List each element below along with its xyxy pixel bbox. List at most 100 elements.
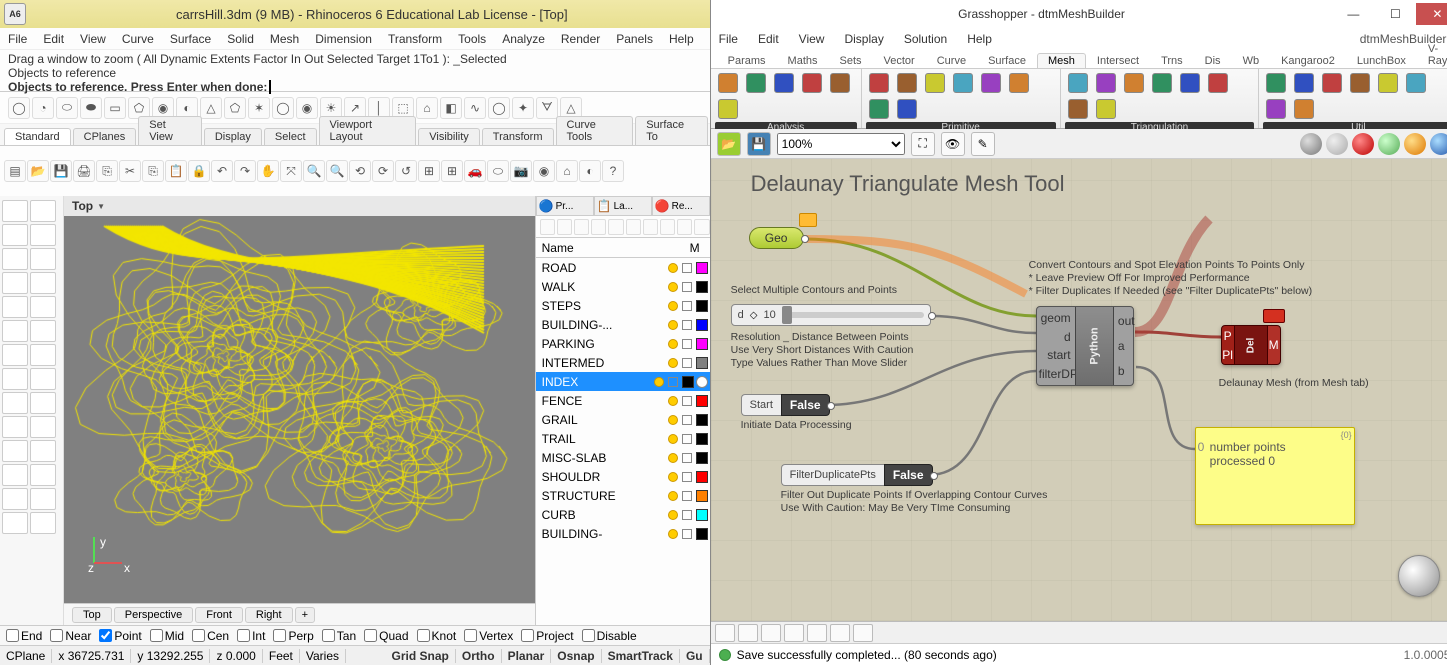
viewtab-top[interactable]: Top (72, 607, 112, 623)
menu-tools[interactable]: Tools (458, 32, 486, 46)
shade-green-icon[interactable] (1378, 133, 1400, 155)
layer-row[interactable]: STEPS (536, 296, 710, 315)
lock-icon[interactable] (682, 301, 692, 311)
std-tool-16[interactable]: ⟳ (372, 160, 394, 182)
del-input-P[interactable]: P (1224, 329, 1232, 343)
python-output-out[interactable]: out (1116, 314, 1134, 328)
layer-row[interactable]: BUILDING-... (536, 315, 710, 334)
render-tool-8[interactable]: △ (200, 97, 222, 119)
lock-icon[interactable] (682, 339, 692, 349)
ribbon-icon[interactable] (827, 71, 853, 95)
lock-icon[interactable] (682, 510, 692, 520)
color-swatch[interactable] (696, 471, 708, 483)
osnap-mid[interactable]: Mid (150, 629, 184, 643)
save-button[interactable]: 💾 (747, 132, 771, 156)
layer-tool-6[interactable] (643, 219, 658, 235)
osnap-end[interactable]: End (6, 629, 42, 643)
zoom-select[interactable]: 100% (777, 133, 905, 155)
render-tool-20[interactable]: ◯ (488, 97, 510, 119)
render-tool-4[interactable]: ▭ (104, 97, 126, 119)
layer-tool-1[interactable] (557, 219, 572, 235)
osnap-near[interactable]: Near (50, 629, 91, 643)
tool-tab-set-view[interactable]: Set View (138, 116, 202, 145)
layer-row[interactable]: INDEX (536, 372, 710, 391)
gh-menu-solution[interactable]: Solution (904, 32, 947, 46)
std-tool-21[interactable]: ⬭ (487, 160, 509, 182)
osnap-disable[interactable]: Disable (582, 629, 637, 643)
layer-tool-2[interactable] (574, 219, 589, 235)
panel-tab-2[interactable]: 🔴Re... (652, 196, 710, 216)
lock-icon[interactable] (682, 529, 692, 539)
side-tool-12[interactable] (2, 344, 28, 366)
layer-row[interactable]: CURB (536, 505, 710, 524)
tool-tab-standard[interactable]: Standard (4, 128, 71, 145)
tool-tab-curve-tools[interactable]: Curve Tools (556, 116, 634, 145)
status-toggle-gu[interactable]: Gu (680, 649, 710, 663)
ribbon-icon[interactable] (1403, 71, 1429, 95)
color-swatch[interactable] (696, 490, 708, 502)
render-tool-22[interactable]: ᗊ (536, 97, 558, 119)
std-tool-10[interactable]: ↷ (234, 160, 256, 182)
side-tool-25[interactable] (30, 488, 56, 510)
python-output-b[interactable]: b (1116, 364, 1134, 378)
gh-bottom-tool-6[interactable] (853, 624, 873, 642)
menu-render[interactable]: Render (561, 32, 600, 46)
side-tool-16[interactable] (2, 392, 28, 414)
side-tool-27[interactable] (30, 512, 56, 534)
ribbon-icon[interactable] (1177, 71, 1203, 95)
tool-tab-visibility[interactable]: Visibility (418, 128, 480, 145)
visibility-icon[interactable] (668, 358, 678, 368)
std-tool-6[interactable]: ⎘ (142, 160, 164, 182)
osnap-vertex[interactable]: Vertex (464, 629, 513, 643)
ribbon-icon[interactable] (950, 71, 976, 95)
render-tool-11[interactable]: ◯ (272, 97, 294, 119)
lock-icon[interactable] (682, 263, 692, 273)
panel-tab-1[interactable]: 📋La... (594, 196, 652, 216)
color-swatch[interactable] (696, 414, 708, 426)
tool-tab-display[interactable]: Display (204, 128, 262, 145)
std-tool-8[interactable]: 🔒 (188, 160, 210, 182)
tool-tab-cplanes[interactable]: CPlanes (73, 128, 137, 145)
ribbon-icon[interactable] (1291, 97, 1317, 121)
std-tool-4[interactable]: ⎘ (96, 160, 118, 182)
menu-transform[interactable]: Transform (388, 32, 442, 46)
status-toggle-planar[interactable]: Planar (502, 649, 552, 663)
resolution-slider[interactable]: d ◇ 10 (731, 304, 931, 326)
std-tool-14[interactable]: 🔍 (326, 160, 348, 182)
menu-view[interactable]: View (80, 32, 106, 46)
viewtab-front[interactable]: Front (195, 607, 243, 623)
render-tool-19[interactable]: ∿ (464, 97, 486, 119)
side-tool-9[interactable] (30, 296, 56, 318)
lock-icon[interactable] (682, 358, 692, 368)
side-tool-18[interactable] (2, 416, 28, 438)
visibility-icon[interactable] (668, 510, 678, 520)
color-swatch[interactable] (696, 509, 708, 521)
side-tool-21[interactable] (30, 440, 56, 462)
osnap-perp[interactable]: Perp (273, 629, 313, 643)
start-toggle[interactable]: Start False (741, 394, 830, 416)
visibility-icon[interactable] (668, 396, 678, 406)
osnap-project[interactable]: Project (521, 629, 573, 643)
rhino-command-area[interactable]: Drag a window to zoom ( All Dynamic Exte… (0, 50, 710, 92)
side-tool-24[interactable] (2, 488, 28, 510)
layer-tool-9[interactable] (694, 219, 709, 235)
cat-tab-trns[interactable]: Trns (1150, 53, 1194, 68)
status-toggle-osnap[interactable]: Osnap (551, 649, 601, 663)
side-tool-23[interactable] (30, 464, 56, 486)
layer-row[interactable]: MISC-SLAB (536, 448, 710, 467)
shade-orange-icon[interactable] (1404, 133, 1426, 155)
std-tool-15[interactable]: ⟲ (349, 160, 371, 182)
std-tool-5[interactable]: ✂ (119, 160, 141, 182)
visibility-icon[interactable] (668, 263, 678, 273)
tool-tab-surface-to[interactable]: Surface To (635, 116, 707, 145)
lock-icon[interactable] (682, 282, 692, 292)
layer-tool-0[interactable] (540, 219, 555, 235)
ribbon-icon[interactable] (1263, 97, 1289, 121)
osnap-quad[interactable]: Quad (364, 629, 408, 643)
python-component[interactable]: geomdstartfilterDP Python outab (1036, 306, 1134, 386)
rhino-viewport[interactable]: yxz (64, 216, 535, 603)
gh-menu-view[interactable]: View (799, 32, 825, 46)
visibility-icon[interactable] (668, 434, 678, 444)
delaunay-component[interactable]: PPl Del M (1221, 325, 1281, 365)
status-toggle-gridsnap[interactable]: Grid Snap (386, 649, 456, 663)
